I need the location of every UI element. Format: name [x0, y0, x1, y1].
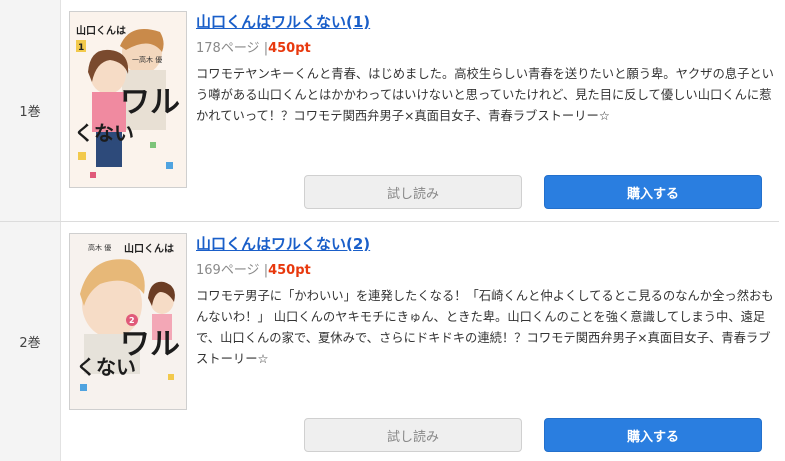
cover-author: 高木 優 [88, 243, 111, 252]
cover-title-text: 山口くんは [124, 242, 174, 255]
volume-cell: 2巻 [0, 222, 61, 461]
cover-big-text: ワル [120, 85, 180, 120]
cover-author: 一高木 優 [132, 55, 162, 64]
book-title-link[interactable]: 山口くんはワルくない(1) [196, 11, 370, 32]
cover-title-text: 山口くんは [76, 24, 126, 37]
trial-read-button[interactable]: 試し読み [304, 175, 522, 209]
cover-volume-mark: 1 [78, 43, 84, 53]
page-count: 169ページ [196, 263, 260, 278]
book-meta: 169ページ |450pt [196, 259, 311, 278]
book-meta: 178ページ |450pt [196, 37, 311, 56]
book-description: コワモテヤンキーくんと青春、はじめました。高校生らしい青春を送りたいと願う卑。ヤ… [196, 67, 774, 123]
cover-sub-text: くない [76, 355, 136, 379]
price: 450pt [268, 41, 311, 56]
cover-image[interactable]: 山口くんは 1 ワル くない 一高木 優 [69, 11, 187, 188]
volume-cell: 1巻 [0, 0, 61, 221]
price: 450pt [268, 263, 311, 278]
buy-button[interactable]: 購入する [544, 418, 762, 452]
volume-label: 1巻 [19, 105, 41, 120]
trial-read-button[interactable]: 試し読み [304, 418, 522, 452]
book-title-link[interactable]: 山口くんはワルくない(2) [196, 233, 370, 254]
cover-sub-text: くない [74, 121, 134, 145]
book-description: コワモテ男子に「かわいい」を連発したくなる！「石崎くんと仲よくしてるとこ見るのな… [196, 289, 774, 366]
cover-art: 山口くんは 高木 優 2 ワル くない [70, 234, 186, 409]
volume-row-2: 2巻 山口くんは 高木 優 2 ワル くない 山口くんはワルくない(2) 169… [0, 222, 785, 461]
cover-art: 山口くんは 1 ワル くない 一高木 優 [70, 12, 186, 187]
buy-button[interactable]: 購入する [544, 175, 762, 209]
volume-label: 2巻 [19, 336, 41, 351]
cover-volume-mark: 2 [129, 316, 135, 325]
page-count: 178ページ [196, 41, 260, 56]
volume-row-1: 1巻 山口くんは 1 ワル くない 一高木 優 山口くんはワルくない(1) 17… [0, 0, 785, 221]
cover-image[interactable]: 山口くんは 高木 優 2 ワル くない [69, 233, 187, 410]
